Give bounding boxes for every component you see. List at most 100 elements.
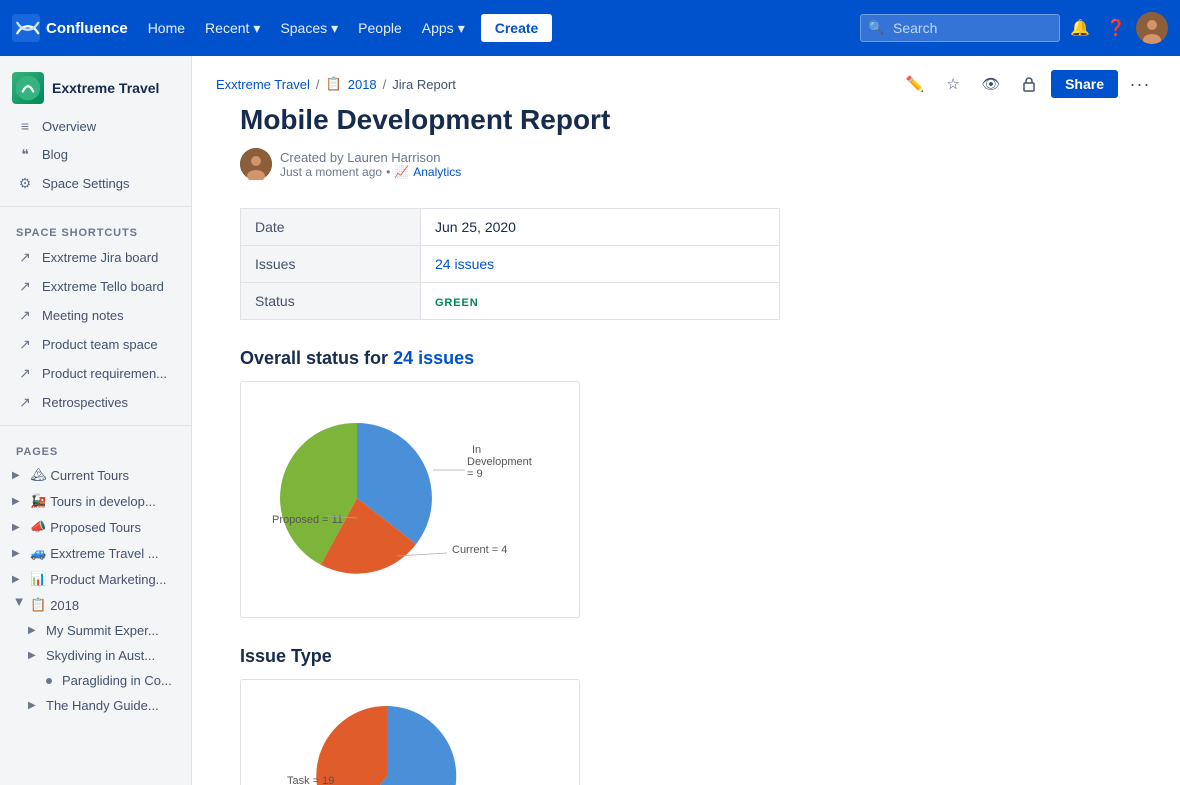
external-link-icon-3: ↗ [16, 307, 34, 324]
chart1-box: In Development = 9 Proposed = 11 Current… [240, 381, 580, 618]
page-item-tours-dev[interactable]: ▶ 🚂 Tours in develop... [0, 488, 191, 514]
chevron-icon-8: ▶ [28, 650, 42, 661]
space-name[interactable]: Exxtreme Travel [52, 80, 159, 96]
page-timestamp: Just a moment ago • 📈 Analytics [280, 165, 461, 179]
chart2-box: Task = 19 [240, 679, 580, 785]
chart1-issues-link[interactable]: 24 issues [393, 348, 474, 368]
page-title: Mobile Development Report [240, 104, 1044, 136]
table-cell-date-value: Jun 25, 2020 [421, 209, 780, 246]
sidebar-item-blog[interactable]: ❝ Blog [4, 140, 187, 169]
page-body: Mobile Development Report Created by Lau… [192, 104, 1092, 785]
chevron-icon-3: ▶ [12, 522, 26, 533]
chevron-icon-2: ▶ [12, 496, 26, 507]
breadcrumb: Exxtreme Travel / 📋 2018 / Jira Report [216, 76, 456, 92]
page-item-2018[interactable]: ▶ 📋 2018 [0, 592, 191, 618]
top-navigation: Confluence Home Recent ▾ Spaces ▾ People… [0, 0, 1180, 56]
divider-2 [0, 425, 191, 426]
page-item-proposed-tours[interactable]: ▶ 📣 Proposed Tours [0, 514, 191, 540]
chevron-icon-5: ▶ [12, 574, 26, 585]
search-input[interactable] [860, 14, 1060, 42]
star-button[interactable]: ☆ [937, 68, 969, 100]
bullet-icon [46, 678, 52, 684]
page-item-paragliding[interactable]: ▶ Paragliding in Co... [0, 668, 191, 693]
nav-apps[interactable]: Apps ▾ [414, 14, 473, 43]
page-item-product-marketing[interactable]: ▶ 📊 Product Marketing... [0, 566, 191, 592]
folder-icon: 📋 [326, 76, 342, 92]
chart1-section: Overall status for 24 issues [240, 348, 1044, 618]
pie-chart-1: In Development = 9 Proposed = 11 Current… [257, 398, 557, 598]
svg-text:Current = 4: Current = 4 [452, 544, 507, 556]
restrict-button[interactable] [1013, 68, 1045, 100]
shortcuts-label: SPACE SHORTCUTS [0, 215, 191, 243]
author-avatar [240, 148, 272, 180]
table-cell-date-label: Date [241, 209, 421, 246]
chart2-section: Issue Type Task = 19 [240, 646, 1044, 785]
user-avatar[interactable] [1136, 12, 1168, 44]
pages-label: PAGES [0, 434, 191, 462]
chevron-icon: ▶ [12, 470, 26, 481]
shortcut-jira-board[interactable]: ↗ Exxtreme Jira board [4, 243, 187, 272]
svg-text:Task = 19: Task = 19 [287, 775, 334, 785]
shortcut-product-req[interactable]: ↗ Product requiremen... [4, 359, 187, 388]
chevron-icon-4: ▶ [12, 548, 26, 559]
table-cell-issues-value: 24 issues [421, 246, 780, 283]
notifications-button[interactable]: 🔔 [1064, 12, 1096, 44]
page-item-exxtreme-travel[interactable]: ▶ 🚙 Exxtreme Travel ... [0, 540, 191, 566]
table-cell-status-value: GREEN [421, 283, 780, 320]
external-link-icon-2: ↗ [16, 278, 34, 295]
more-options-button[interactable]: ··· [1124, 68, 1156, 100]
table-row: Issues 24 issues [241, 246, 780, 283]
page-item-handy-guide[interactable]: ▶ The Handy Guide... [0, 693, 191, 718]
nav-spaces[interactable]: Spaces ▾ [272, 14, 346, 43]
issues-link[interactable]: 24 issues [435, 256, 494, 272]
svg-text:Development: Development [467, 456, 532, 468]
blog-icon: ❝ [16, 146, 34, 163]
settings-icon: ⚙ [16, 175, 34, 192]
shortcut-product-team[interactable]: ↗ Product team space [4, 330, 187, 359]
nav-home[interactable]: Home [140, 14, 193, 42]
nav-recent[interactable]: Recent ▾ [197, 14, 268, 43]
share-button[interactable]: Share [1051, 70, 1118, 98]
page-meta: Created by Lauren Harrison Just a moment… [240, 148, 1044, 180]
table-row: Status GREEN [241, 283, 780, 320]
watch-button[interactable]: 👁 [975, 68, 1007, 100]
nav-people[interactable]: People [350, 14, 410, 42]
pie-chart-2: Task = 19 [257, 696, 557, 785]
external-link-icon-5: ↗ [16, 365, 34, 382]
analytics-link[interactable]: Analytics [413, 165, 461, 179]
sidebar-item-overview[interactable]: ≡ Overview [4, 112, 187, 140]
chart2-title: Issue Type [240, 646, 1044, 667]
breadcrumb-page: Jira Report [392, 77, 456, 92]
table-row: Date Jun 25, 2020 [241, 209, 780, 246]
shortcut-tello-board[interactable]: ↗ Exxtreme Tello board [4, 272, 187, 301]
page-item-my-summit[interactable]: ▶ My Summit Exper... [0, 618, 191, 643]
status-badge: GREEN [435, 297, 479, 309]
chevron-icon-7: ▶ [28, 625, 42, 636]
chart1-title: Overall status for 24 issues [240, 348, 1044, 369]
divider-1 [0, 206, 191, 207]
external-link-icon: ↗ [16, 249, 34, 266]
chevron-icon-9: ▶ [28, 700, 42, 711]
confluence-logo[interactable]: Confluence [12, 14, 128, 42]
shortcut-retrospectives[interactable]: ↗ Retrospectives [4, 388, 187, 417]
main-layout: Exxtreme Travel ≡ Overview ❝ Blog ⚙ Spac… [0, 56, 1180, 785]
edit-button[interactable]: ✏️ [899, 68, 931, 100]
search-wrapper: 🔍 [860, 14, 1060, 42]
chevron-icon-6: ▶ [14, 598, 25, 612]
help-button[interactable]: ❓ [1100, 12, 1132, 44]
external-link-icon-6: ↗ [16, 394, 34, 411]
overview-icon: ≡ [16, 118, 34, 134]
content-area: Exxtreme Travel / 📋 2018 / Jira Report ✏… [192, 56, 1180, 785]
breadcrumb-folder[interactable]: 2018 [348, 77, 377, 92]
action-bar: ✏️ ☆ 👁 Share ··· [899, 68, 1156, 100]
sidebar-header: Exxtreme Travel [0, 56, 191, 112]
svg-text:In: In [472, 444, 481, 456]
page-item-skydiving[interactable]: ▶ Skydiving in Aust... [0, 643, 191, 668]
breadcrumb-space[interactable]: Exxtreme Travel [216, 77, 310, 92]
create-button[interactable]: Create [481, 14, 553, 42]
sidebar: Exxtreme Travel ≡ Overview ❝ Blog ⚙ Spac… [0, 56, 192, 785]
shortcut-meeting-notes[interactable]: ↗ Meeting notes [4, 301, 187, 330]
page-item-current-tours[interactable]: ▶ 🏔 Current Tours [0, 462, 191, 488]
sidebar-item-space-settings[interactable]: ⚙ Space Settings [4, 169, 187, 198]
svg-text:= 9: = 9 [467, 468, 483, 480]
